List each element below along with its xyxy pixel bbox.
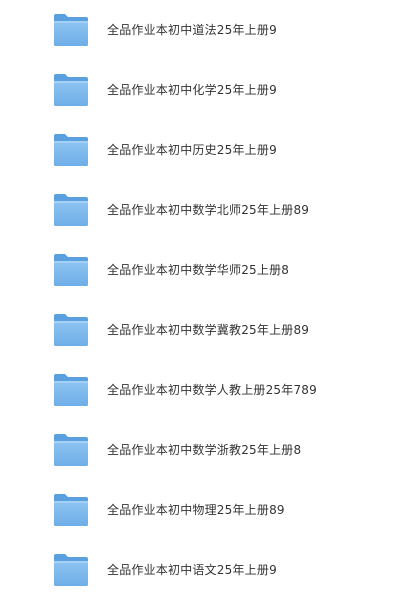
folder-name: 全品作业本初中数学北师25年上册89 [107, 203, 310, 217]
folder-icon [53, 193, 89, 227]
folder-icon [53, 373, 89, 407]
folder-name: 全品作业本初中数学人教上册25年789 [107, 383, 317, 397]
folder-name: 全品作业本初中语文25年上册9 [107, 563, 277, 577]
folder-item[interactable]: 全品作业本初中数学北师25年上册89 [0, 181, 405, 241]
folder-icon [53, 433, 89, 467]
folder-name: 全品作业本初中化学25年上册9 [107, 83, 277, 97]
folder-name: 全品作业本初中数学冀教25年上册89 [107, 323, 310, 337]
folder-icon [53, 553, 89, 587]
folder-icon [53, 493, 89, 527]
folder-icon [53, 73, 89, 107]
folder-name: 全品作业本初中数学浙教25年上册8 [107, 443, 302, 457]
folder-item[interactable]: 全品作业本初中历史25年上册9 [0, 121, 405, 181]
folder-icon [53, 133, 89, 167]
folder-list: 全品作业本初中道法25年上册9 全品作业本初中化学25年上册9 全品作业本初中历… [0, 0, 405, 596]
folder-icon [53, 13, 89, 47]
folder-name: 全品作业本初中数学华师25上册8 [107, 263, 290, 277]
folder-name: 全品作业本初中物理25年上册89 [107, 503, 285, 517]
folder-item[interactable]: 全品作业本初中数学华师25上册8 [0, 241, 405, 301]
folder-item[interactable]: 全品作业本初中数学人教上册25年789 [0, 361, 405, 421]
folder-icon [53, 313, 89, 347]
folder-name: 全品作业本初中历史25年上册9 [107, 143, 277, 157]
folder-item[interactable]: 全品作业本初中物理25年上册89 [0, 481, 405, 541]
folder-name: 全品作业本初中道法25年上册9 [107, 23, 277, 37]
folder-item[interactable]: 全品作业本初中道法25年上册9 [0, 1, 405, 61]
folder-item[interactable]: 全品作业本初中语文25年上册9 [0, 541, 405, 601]
folder-item[interactable]: 全品作业本初中化学25年上册9 [0, 61, 405, 121]
folder-icon [53, 253, 89, 287]
folder-item[interactable]: 全品作业本初中数学浙教25年上册8 [0, 421, 405, 481]
folder-item[interactable]: 全品作业本初中数学冀教25年上册89 [0, 301, 405, 361]
